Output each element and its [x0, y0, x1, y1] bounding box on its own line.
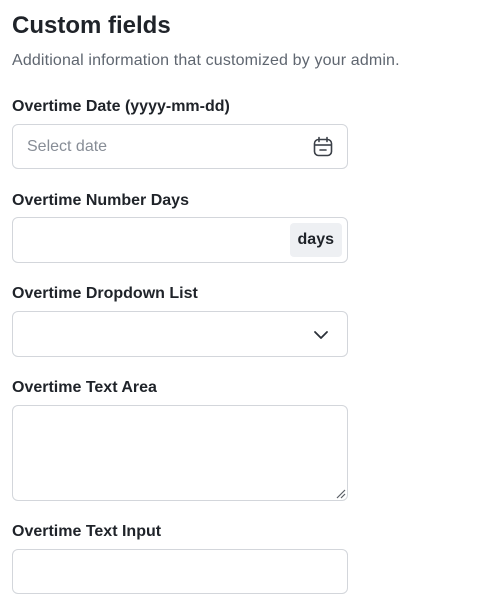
- overtime-text-area-label: Overtime Text Area: [12, 379, 157, 396]
- overtime-date-picker[interactable]: Select date: [12, 124, 348, 169]
- overtime-date-label: Overtime Date (yyyy-mm-dd): [12, 98, 230, 115]
- resize-handle-icon[interactable]: [335, 488, 346, 499]
- overtime-dropdown-select[interactable]: [12, 311, 348, 357]
- overtime-dropdown-label: Overtime Dropdown List: [12, 285, 198, 302]
- date-placeholder: Select date: [27, 138, 108, 155]
- overtime-text-area[interactable]: [12, 405, 348, 501]
- days-unit-addon: days: [289, 223, 342, 257]
- overtime-text-input[interactable]: [12, 549, 348, 594]
- section-title: Custom fields: [12, 12, 171, 39]
- overtime-number-days-label: Overtime Number Days: [12, 192, 189, 209]
- section-subtitle: Additional information that customized b…: [12, 52, 400, 69]
- overtime-number-days-input[interactable]: days: [12, 217, 348, 263]
- calendar-icon[interactable]: [312, 136, 334, 158]
- overtime-text-input-label: Overtime Text Input: [12, 523, 162, 540]
- chevron-down-icon[interactable]: [313, 327, 329, 343]
